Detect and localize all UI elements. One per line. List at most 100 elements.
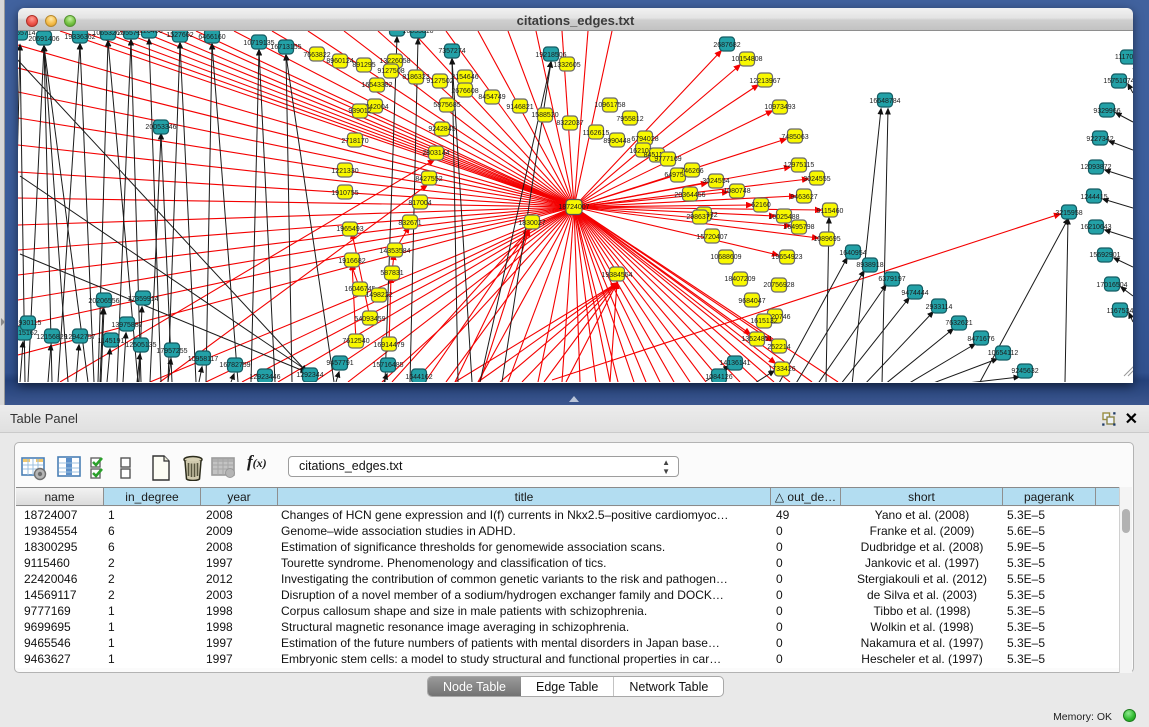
svg-text:9684047: 9684047: [738, 298, 765, 305]
svg-text:6466160: 6466160: [198, 34, 225, 41]
svg-text:8938918: 8938918: [856, 262, 883, 269]
svg-text:1145191: 1145191: [98, 338, 125, 345]
svg-text:8322037: 8322037: [556, 120, 583, 127]
svg-text:20053346: 20053346: [145, 124, 176, 131]
svg-text:20206556: 20206556: [88, 298, 119, 305]
svg-text:1221330: 1221330: [331, 168, 358, 175]
svg-text:16543382: 16543382: [361, 82, 392, 89]
svg-text:16648784: 16648784: [869, 98, 900, 105]
svg-text:1167534: 1167534: [1107, 308, 1133, 315]
svg-text:7955812: 7955812: [616, 116, 643, 123]
svg-text:1965493: 1965493: [336, 226, 363, 233]
svg-text:12975115: 12975115: [784, 162, 815, 169]
svg-text:12213967: 12213967: [749, 78, 780, 85]
svg-text:16713155: 16713155: [270, 44, 301, 51]
svg-text:1089695: 1089695: [813, 236, 840, 243]
svg-text:2154646: 2154646: [451, 74, 478, 81]
svg-text:10654112: 10654112: [988, 350, 1019, 357]
svg-text:16782759: 16782759: [219, 362, 250, 369]
svg-text:587831: 587831: [380, 270, 403, 277]
svg-text:1916682: 1916682: [338, 258, 365, 265]
svg-text:3024555: 3024555: [803, 176, 830, 183]
svg-text:2986372: 2986372: [686, 214, 713, 221]
svg-text:1084126: 1084126: [705, 374, 732, 381]
svg-text:9457791: 9457791: [326, 360, 353, 367]
svg-text:8454749: 8454749: [478, 94, 505, 101]
svg-text:832671: 832671: [398, 220, 421, 227]
svg-text:16914479: 16914479: [373, 342, 404, 349]
svg-text:9146821: 9146821: [506, 104, 533, 111]
svg-text:17359914: 17359914: [127, 296, 158, 303]
svg-text:2933114: 2933114: [926, 304, 953, 311]
svg-text:9474444: 9474444: [901, 290, 928, 297]
svg-text:7632621: 7632621: [945, 320, 972, 327]
svg-text:1162615: 1162615: [583, 130, 610, 137]
svg-text:17957255: 17957255: [156, 348, 187, 355]
svg-text:3024554: 3024554: [702, 178, 729, 185]
svg-text:14136141: 14136141: [719, 360, 750, 367]
svg-text:12923446: 12923446: [249, 374, 280, 381]
svg-text:939012: 939012: [348, 108, 371, 115]
svg-text:1615132: 1615132: [750, 318, 777, 325]
svg-text:10961758: 10961758: [594, 102, 625, 109]
svg-text:2803144: 2803144: [422, 150, 449, 157]
svg-text:20364456: 20364456: [674, 192, 705, 199]
svg-text:20691406: 20691406: [28, 36, 59, 43]
svg-text:15716485: 15716485: [372, 362, 403, 369]
svg-text:10154808: 10154808: [731, 56, 762, 63]
svg-text:3915162: 3915162: [18, 330, 38, 337]
svg-text:9127508: 9127508: [377, 68, 404, 75]
svg-text:1588520: 1588520: [531, 112, 558, 119]
svg-text:1644162: 1644162: [405, 374, 432, 381]
svg-text:12156829: 12156829: [36, 334, 67, 341]
svg-text:8960124: 8960124: [326, 58, 353, 65]
svg-text:1244415: 1244415: [1080, 194, 1107, 201]
svg-text:9127502: 9127502: [426, 78, 453, 85]
svg-text:7357274: 7357274: [438, 48, 465, 55]
svg-text:891295: 891295: [352, 62, 375, 69]
svg-text:1910755: 1910755: [331, 190, 358, 197]
svg-text:1117063: 1117063: [1115, 54, 1133, 61]
svg-text:15720407: 15720407: [696, 234, 727, 241]
svg-text:9777169: 9777169: [654, 156, 681, 163]
svg-text:1498222: 1498222: [365, 292, 392, 299]
svg-text:15751074: 15751074: [1103, 78, 1133, 85]
svg-text:1527602: 1527602: [166, 32, 193, 39]
svg-text:6379197: 6379197: [878, 276, 905, 283]
svg-text:16210643: 16210643: [1080, 224, 1111, 231]
svg-text:7485063: 7485063: [781, 134, 808, 141]
svg-text:1292344: 1292344: [296, 372, 323, 379]
svg-text:9115460: 9115460: [817, 208, 844, 215]
svg-text:9463627: 9463627: [790, 194, 817, 201]
svg-text:9242845: 9242845: [428, 126, 455, 133]
svg-text:10973493: 10973493: [764, 104, 795, 111]
svg-text:16033810: 16033810: [402, 31, 433, 35]
svg-text:2676608: 2676608: [451, 88, 478, 95]
svg-text:1332605: 1332605: [553, 62, 580, 69]
svg-text:12942757: 12942757: [64, 334, 95, 341]
svg-text:18724007: 18724007: [558, 204, 589, 211]
svg-text:3215958: 3215958: [1055, 210, 1082, 217]
svg-text:9329966: 9329966: [1093, 108, 1120, 115]
svg-text:9245632: 9245632: [1011, 368, 1038, 375]
svg-text:746266: 746266: [680, 168, 703, 175]
svg-text:252214: 252214: [767, 344, 790, 351]
svg-text:18407209: 18407209: [724, 276, 755, 283]
svg-text:2687682: 2687682: [713, 42, 740, 49]
svg-text:16495798: 16495798: [783, 224, 814, 231]
svg-text:12505135: 12505135: [125, 342, 156, 349]
svg-text:9227342: 9227342: [1086, 136, 1113, 143]
svg-text:12093872: 12093872: [1080, 164, 1111, 171]
svg-text:19336362: 19336362: [64, 34, 95, 41]
svg-text:14353584: 14353584: [379, 248, 410, 255]
svg-text:13524851: 13524851: [741, 336, 772, 343]
svg-text:8930115: 8930115: [18, 320, 41, 327]
svg-text:10958117: 10958117: [188, 356, 219, 363]
svg-text:19654923: 19654923: [771, 254, 802, 261]
svg-text:54093459: 54093459: [354, 316, 385, 323]
svg-text:15692901: 15692901: [1089, 252, 1120, 259]
svg-text:1640954: 1640954: [839, 250, 866, 257]
svg-text:7612540: 7612540: [342, 338, 369, 345]
svg-text:20756928: 20756928: [763, 282, 794, 289]
svg-text:1830027: 1830027: [518, 220, 545, 227]
